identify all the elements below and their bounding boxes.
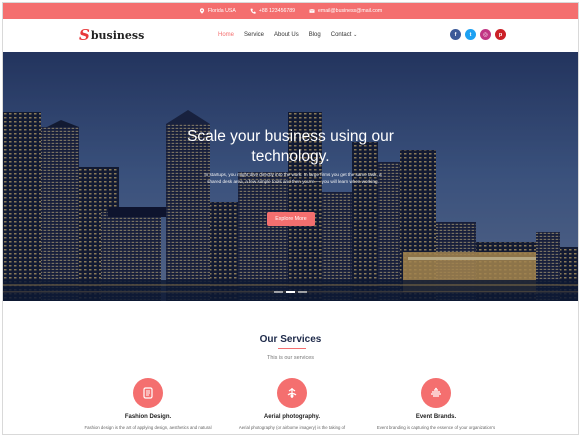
event-icon[interactable]: [421, 378, 451, 408]
main-navbar: S business Home Service About Us Blog Co…: [3, 19, 578, 52]
pinterest-icon[interactable]: p: [495, 29, 506, 40]
event-glyph: [431, 387, 441, 397]
nav-item-contact-label: Contact: [330, 32, 352, 38]
fashion-icon[interactable]: [133, 378, 163, 408]
nav-item-contact[interactable]: Contact ⌄: [331, 32, 358, 38]
email-text: email@business@mail.com: [318, 8, 383, 14]
service-desc: Fashion design is the art of applying de…: [84, 425, 212, 430]
service-name: Event Brands.: [415, 414, 457, 420]
brand-logo[interactable]: S business: [79, 28, 144, 43]
location-text: Florida USA: [207, 8, 236, 14]
phone-text: +88 123456789: [258, 8, 296, 14]
phone-info[interactable]: +88 123456789: [250, 8, 295, 14]
aerial-glyph: [287, 388, 297, 398]
chevron-down-icon: ⌄: [353, 32, 358, 38]
slider-dot-1[interactable]: [274, 291, 283, 293]
services-title: Our Services: [259, 334, 322, 345]
hero-title-line1: Scale your business using our: [187, 128, 394, 145]
email-info[interactable]: email@business@mail.com: [309, 8, 382, 14]
fashion-glyph: [143, 387, 153, 399]
logo-mark: S: [79, 26, 90, 44]
slider-dot-3[interactable]: [298, 291, 307, 293]
service-card-aerial: Aerial photography. Aerial photography (…: [222, 378, 362, 430]
nav-item-home[interactable]: Home: [218, 32, 234, 38]
top-info-bar: Florida USA +88 123456789 email@business…: [3, 3, 578, 19]
services-subtitle: This is our services: [266, 355, 315, 361]
service-desc: Aerial photography (or airborne imagery)…: [238, 425, 346, 430]
explore-more-button[interactable]: Explore More: [267, 212, 315, 226]
nav-item-blog[interactable]: Blog: [309, 32, 321, 38]
nav-item-service[interactable]: Service: [244, 32, 264, 38]
service-card-fashion: Fashion Design. Fashion design is the ar…: [78, 378, 218, 430]
facebook-icon[interactable]: f: [450, 29, 461, 40]
hero-banner: Scale your business using our technology…: [3, 52, 578, 301]
service-name: Aerial photography.: [263, 414, 321, 420]
service-desc: Event branding is capturing the essence …: [376, 425, 496, 430]
logo-text: business: [90, 29, 145, 42]
phone-icon: [250, 8, 256, 14]
service-card-event: Event Brands. Event branding is capturin…: [366, 378, 506, 430]
email-icon: [309, 9, 315, 13]
hero-title: Scale your business using our technology…: [3, 127, 578, 167]
service-name: Fashion Design.: [124, 414, 172, 420]
slider-dot-2[interactable]: [286, 291, 295, 293]
instagram-icon[interactable]: ◎: [480, 29, 491, 40]
hero-title-line2: technology.: [251, 148, 330, 165]
twitter-icon[interactable]: t: [465, 29, 476, 40]
services-title-underline: [278, 348, 306, 349]
location-info: Florida USA: [199, 8, 236, 14]
slider-dots: [3, 291, 578, 293]
location-pin-icon: [199, 8, 204, 14]
nav-item-about-us[interactable]: About Us: [274, 32, 299, 38]
social-links: f t ◎ p: [450, 29, 506, 40]
aerial-photo-icon[interactable]: [277, 378, 307, 408]
nav-menu: Home Service About Us Blog Contact ⌄: [218, 32, 357, 38]
hero-subtitle: In startups, you might dive directly int…: [204, 172, 382, 184]
browser-frame: Florida USA +88 123456789 email@business…: [2, 2, 579, 435]
